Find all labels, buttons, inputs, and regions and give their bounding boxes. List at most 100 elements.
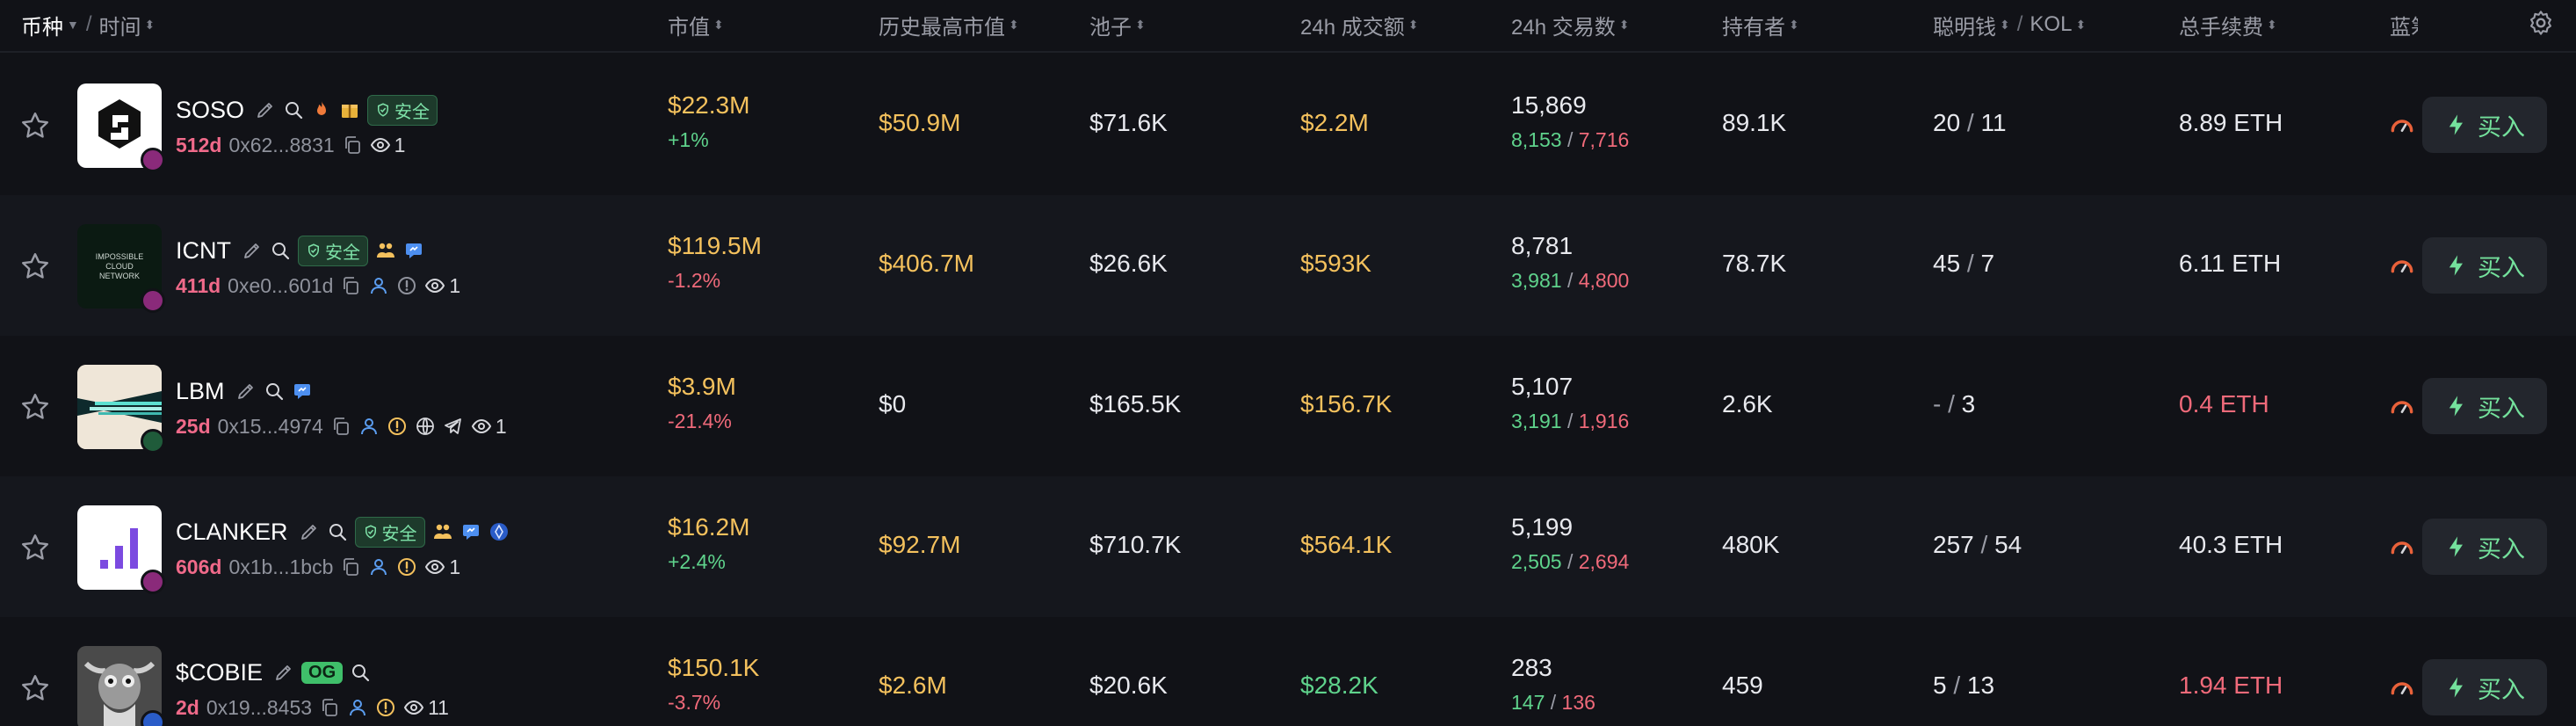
token-name[interactable]: $COBIE	[176, 659, 263, 686]
buy-button[interactable]: 买入	[2422, 659, 2547, 715]
separator: /	[1561, 269, 1579, 292]
copy-icon[interactable]	[319, 697, 340, 718]
ath-market-cap: $92.7M	[879, 531, 961, 558]
user-icon[interactable]	[368, 556, 389, 577]
txns-buys: 3,191	[1511, 410, 1562, 432]
star-icon[interactable]	[19, 672, 51, 704]
buy-label: 买入	[2478, 113, 2525, 141]
market-cap-change: -21.4%	[668, 410, 732, 432]
edit-icon[interactable]	[255, 99, 276, 120]
search-icon[interactable]	[270, 240, 291, 261]
user-icon[interactable]	[358, 416, 380, 437]
buy-button[interactable]: 买入	[2422, 378, 2547, 434]
chevron-down-icon[interactable]: ▼	[67, 18, 79, 31]
volume-24h: $564.1K	[1300, 531, 1393, 558]
shield-icon	[306, 243, 322, 258]
header-smart-kol[interactable]: 聪明钱 ⬍ / KOL ⬍	[1933, 0, 2086, 49]
header-kol-label: KOL	[2030, 12, 2073, 36]
star-icon[interactable]	[19, 532, 51, 563]
star-icon[interactable]	[19, 391, 51, 423]
header-coin-time[interactable]: 币种 ▼ / 时间 ⬍	[21, 0, 155, 49]
sort-arrows-icon[interactable]: ⬍	[1408, 18, 1419, 31]
star-icon[interactable]	[19, 110, 51, 142]
buy-button[interactable]: 买入	[2422, 97, 2547, 153]
total-fees: 40.3 ETH	[2179, 531, 2283, 558]
warning-icon	[387, 416, 408, 437]
table-row[interactable]: LBM 25d 0x15...4974 1 $3.9M -21.4% $0 $1…	[0, 336, 2576, 476]
search-icon[interactable]	[327, 521, 348, 542]
token-age: 25d	[176, 414, 211, 438]
header-bluechip[interactable]: 蓝筹	[2390, 0, 2418, 49]
user-icon[interactable]	[347, 697, 368, 718]
kol-count: 13	[1966, 672, 1995, 699]
token-meta-line: 25d 0x15...4974 1	[176, 413, 507, 439]
warning-icon	[396, 556, 417, 577]
header-pool[interactable]: 池子 ⬍	[1089, 0, 1146, 49]
user-icon[interactable]	[368, 275, 389, 296]
search-icon[interactable]	[350, 662, 371, 683]
sort-arrows-icon[interactable]: ⬍	[2000, 18, 2010, 31]
header-market-cap[interactable]: 市值 ⬍	[668, 0, 724, 49]
table-row[interactable]: CLANKER 安全 606d 0x1b...1bcb 1 $16.2M +2.…	[0, 476, 2576, 617]
shield-icon	[375, 102, 391, 118]
chain-badge	[141, 288, 165, 313]
copy-icon[interactable]	[340, 556, 361, 577]
sort-arrows-icon[interactable]: ⬍	[713, 18, 724, 31]
token-name[interactable]: LBM	[176, 378, 225, 405]
header-coin[interactable]: 币种	[21, 10, 63, 40]
token-name[interactable]: CLANKER	[176, 519, 288, 546]
viewers-value: 1	[495, 414, 507, 438]
pool-value: $20.6K	[1089, 672, 1168, 699]
search-icon[interactable]	[283, 99, 304, 120]
smart-money: -	[1933, 390, 1942, 417]
separator: /	[1561, 410, 1579, 432]
table-row[interactable]: IMPOSSIBLE CLOUD NETWORK ICNT 安全 411d 0x…	[0, 195, 2576, 336]
token-name-line: ICNT 安全	[176, 235, 424, 266]
edit-icon[interactable]	[235, 381, 257, 402]
token-name[interactable]: ICNT	[176, 237, 231, 265]
total-fees: 6.11 ETH	[2179, 250, 2282, 277]
telegram-icon[interactable]	[443, 416, 464, 437]
kol-count: 54	[1994, 531, 2022, 558]
header-bluechip-label: 蓝筹	[2390, 15, 2418, 40]
market-cap: $150.1K	[668, 654, 760, 681]
header-txns[interactable]: 24h 交易数 ⬍	[1511, 0, 1629, 49]
header-ath-market-cap[interactable]: 历史最高市值 ⬍	[879, 0, 1019, 49]
sort-arrows-icon[interactable]: ⬍	[2075, 18, 2086, 31]
kol-count: 3	[1961, 390, 1976, 417]
viewers-count: 1	[471, 415, 507, 439]
globe-icon[interactable]	[415, 416, 436, 437]
gear-icon[interactable]	[2527, 9, 2555, 37]
header-fees[interactable]: 总手续费 ⬍	[2179, 0, 2277, 49]
sort-arrows-icon[interactable]: ⬍	[2267, 18, 2277, 31]
star-icon[interactable]	[19, 250, 51, 282]
sort-arrows-icon[interactable]: ⬍	[1789, 18, 1799, 31]
token-meta-line: 411d 0xe0...601d 1	[176, 272, 460, 299]
copy-icon[interactable]	[342, 134, 363, 156]
sort-arrows-icon[interactable]: ⬍	[145, 18, 156, 31]
txns-buy-sell: 8,153 / 7,716	[1511, 128, 1629, 152]
sort-arrows-icon[interactable]: ⬍	[1619, 18, 1630, 31]
edit-icon[interactable]	[242, 240, 263, 261]
token-name[interactable]: SOSO	[176, 97, 244, 124]
header-time[interactable]: 时间	[99, 10, 141, 40]
search-icon[interactable]	[264, 381, 285, 402]
copy-icon[interactable]	[340, 275, 361, 296]
table-row[interactable]: SOSO 安全 512d 0x62...8831 1 $22.3M +1% $5…	[0, 54, 2576, 195]
sort-arrows-icon[interactable]: ⬍	[1009, 18, 1019, 31]
table-row[interactable]: $COBIE OG 2d 0x19...8453 11 $150.1K -3.7…	[0, 617, 2576, 726]
smart-money: 5	[1933, 672, 1947, 699]
market-cap-change: -1.2%	[668, 269, 721, 292]
edit-icon[interactable]	[273, 662, 294, 683]
avatar-text: IMPOSSIBLE CLOUD NETWORK	[95, 251, 144, 280]
buy-button[interactable]: 买入	[2422, 519, 2547, 575]
market-cap: $119.5M	[668, 232, 762, 259]
header-holders[interactable]: 持有者 ⬍	[1722, 0, 1799, 49]
header-volume[interactable]: 24h 成交额 ⬍	[1300, 0, 1418, 49]
sort-arrows-icon[interactable]: ⬍	[1135, 18, 1146, 31]
edit-icon[interactable]	[299, 521, 320, 542]
copy-icon[interactable]	[330, 416, 351, 437]
viewers-value: 11	[428, 695, 449, 719]
buy-button[interactable]: 买入	[2422, 237, 2547, 294]
smart-kol: 20 / 11	[1933, 109, 2007, 137]
